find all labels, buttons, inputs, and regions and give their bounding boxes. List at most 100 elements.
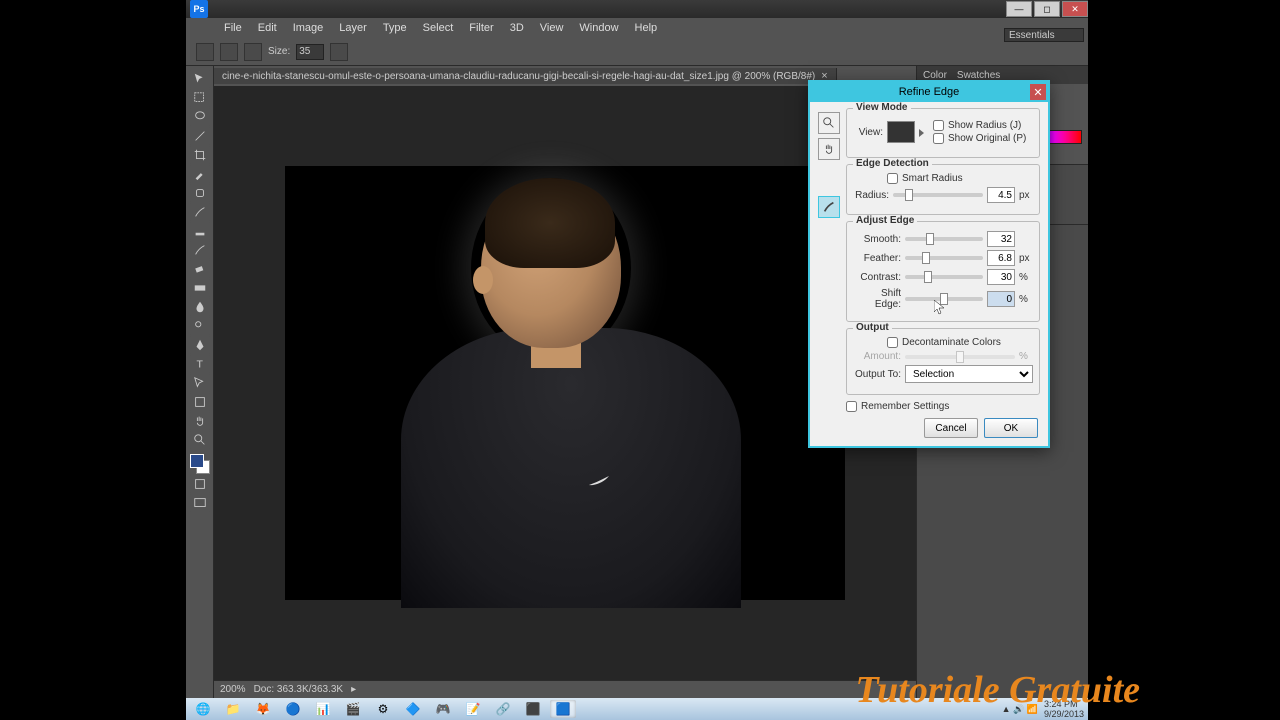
pen-tool[interactable] [189,336,211,354]
menu-window[interactable]: Window [571,20,626,36]
menu-image[interactable]: Image [285,20,332,36]
contrast-slider[interactable] [905,275,983,279]
status-arrow-icon[interactable]: ▸ [351,684,356,695]
menu-select[interactable]: Select [415,20,462,36]
output-group: Output Decontaminate Colors Amount: % Ou… [846,328,1040,395]
feather-input[interactable] [987,250,1015,266]
size-label: Size: [268,46,290,57]
marquee-tool[interactable] [189,89,211,107]
app3-icon[interactable]: ⚙ [370,700,396,718]
smooth-slider[interactable] [905,237,983,241]
color-tab[interactable]: Color [923,70,947,81]
menu-help[interactable]: Help [627,20,666,36]
history-brush-tool[interactable] [189,241,211,259]
shift-edge-input[interactable] [987,291,1015,307]
remember-settings-checkbox[interactable]: Remember Settings [846,401,1040,412]
close-button[interactable]: ✕ [1062,1,1088,17]
show-radius-checkbox[interactable]: Show Radius (J) [933,120,1033,131]
minimize-button[interactable]: — [1006,1,1032,17]
dialog-tools [816,108,842,438]
menu-filter[interactable]: Filter [461,20,501,36]
view-mode-group: View Mode View: Show Radius (J) Show Ori… [846,108,1040,158]
explorer-icon[interactable]: 📁 [220,700,246,718]
app-logo: Ps [190,0,208,18]
shift-edge-label: Shift Edge: [853,288,901,310]
zoom-tool-icon[interactable] [818,112,840,134]
shape-tool[interactable] [189,393,211,411]
menu-type[interactable]: Type [375,20,415,36]
photoshop-taskbar-icon[interactable]: 🟦 [550,700,576,718]
screenmode-tool[interactable] [189,494,211,512]
tool-preset-icon[interactable] [196,43,214,61]
tab-label: cine-e-nichita-stanescu-omul-este-o-pers… [222,71,815,82]
menu-view[interactable]: View [532,20,572,36]
ie-icon[interactable]: 🌐 [190,700,216,718]
output-legend: Output [853,322,892,333]
svg-text:T: T [196,359,203,371]
size-input[interactable] [296,44,324,60]
brush-tool[interactable] [189,203,211,221]
app8-icon[interactable]: ⬛ [520,700,546,718]
radius-slider[interactable] [893,193,983,197]
eyedropper-tool[interactable] [189,165,211,183]
app1-icon[interactable]: 📊 [310,700,336,718]
radius-input[interactable] [987,187,1015,203]
dodge-tool[interactable] [189,317,211,335]
app6-icon[interactable]: 📝 [460,700,486,718]
blur-tool[interactable] [189,298,211,316]
dialog-titlebar[interactable]: Refine Edge ✕ [810,82,1048,102]
type-tool[interactable]: T [189,355,211,373]
contrast-input[interactable] [987,269,1015,285]
hand-tool[interactable] [189,412,211,430]
feather-slider[interactable] [905,256,983,260]
eraser-tool[interactable] [189,260,211,278]
brush-icon[interactable] [220,43,238,61]
brush-preset-icon[interactable] [244,43,262,61]
lasso-tool[interactable] [189,108,211,126]
menu-edit[interactable]: Edit [250,20,285,36]
app5-icon[interactable]: 🎮 [430,700,456,718]
dialog-close-button[interactable]: ✕ [1030,84,1046,100]
view-mode-selector[interactable] [887,121,915,143]
show-original-checkbox[interactable]: Show Original (P) [933,133,1033,144]
path-tool[interactable] [189,374,211,392]
smart-radius-checkbox[interactable]: Smart Radius [887,173,1033,184]
app2-icon[interactable]: 🎬 [340,700,366,718]
size-dropdown-icon[interactable] [330,43,348,61]
adjust-edge-legend: Adjust Edge [853,215,917,226]
edge-detection-legend: Edge Detection [853,158,932,169]
maximize-button[interactable]: ◻ [1034,1,1060,17]
decontaminate-checkbox[interactable]: Decontaminate Colors [887,337,1033,348]
cancel-button[interactable]: Cancel [924,418,978,438]
move-tool[interactable] [189,70,211,88]
refine-brush-tool-icon[interactable] [818,196,840,218]
gradient-tool[interactable] [189,279,211,297]
wand-tool[interactable] [189,127,211,145]
feather-label: Feather: [853,253,901,264]
healing-tool[interactable] [189,184,211,202]
menu-file[interactable]: File [216,20,250,36]
firefox-icon[interactable]: 🦊 [250,700,276,718]
app7-icon[interactable]: 🔗 [490,700,516,718]
quickmask-tool[interactable] [189,475,211,493]
color-swatch[interactable] [190,454,210,474]
smooth-input[interactable] [987,231,1015,247]
stamp-tool[interactable] [189,222,211,240]
ok-button[interactable]: OK [984,418,1038,438]
nike-logo-icon [587,474,611,486]
hand-tool-icon[interactable] [818,138,840,160]
zoom-level[interactable]: 200% [220,684,246,695]
radius-unit: px [1019,190,1033,201]
app4-icon[interactable]: 🔷 [400,700,426,718]
zoom-tool[interactable] [189,431,211,449]
feather-unit: px [1019,253,1033,264]
menu-3d[interactable]: 3D [502,20,532,36]
swatches-tab[interactable]: Swatches [957,70,1000,81]
document-tab[interactable]: cine-e-nichita-stanescu-omul-este-o-pers… [214,68,837,84]
output-to-select[interactable]: Selection [905,365,1033,383]
menu-layer[interactable]: Layer [331,20,375,36]
status-bar: 200% Doc: 363.3K/363.3K ▸ [214,680,916,698]
crop-tool[interactable] [189,146,211,164]
chrome-icon[interactable]: 🔵 [280,700,306,718]
workspace-selector[interactable]: Essentials [1004,28,1084,42]
